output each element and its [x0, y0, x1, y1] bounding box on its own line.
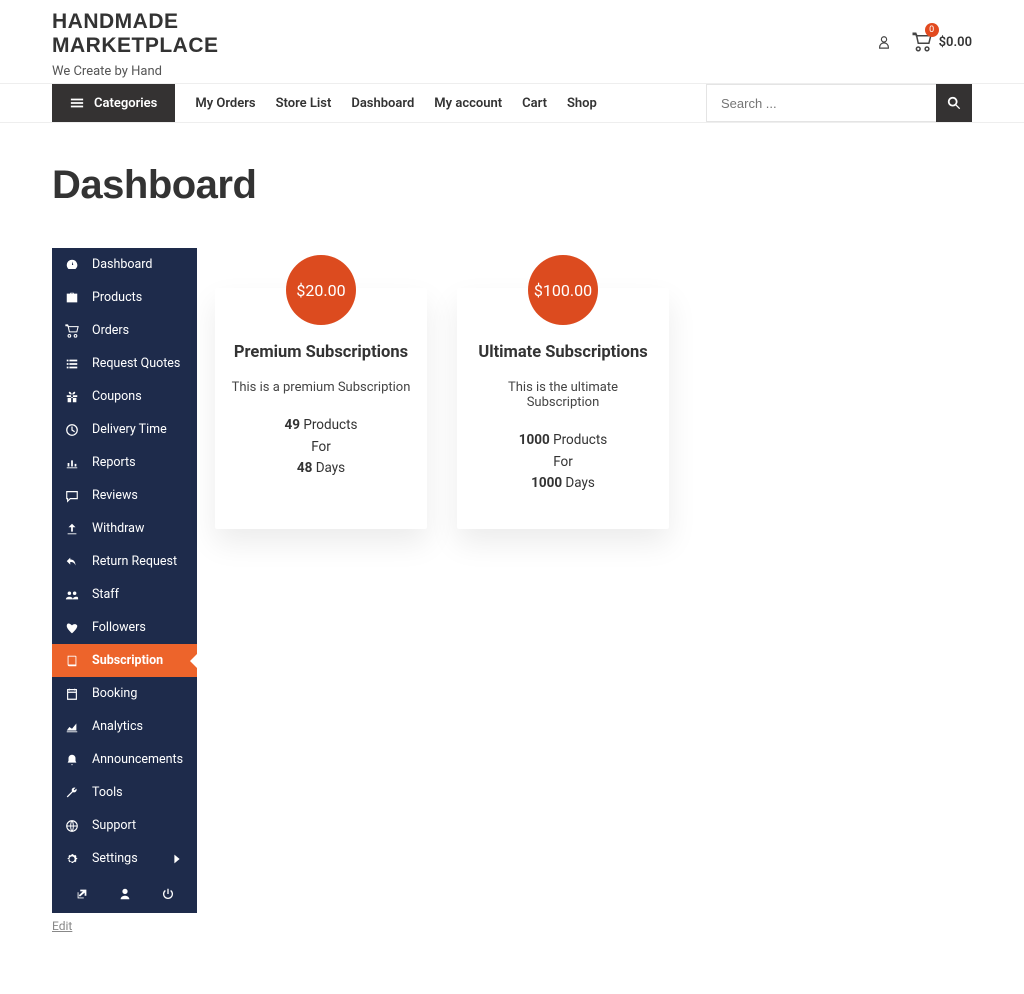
search-box [706, 84, 972, 122]
sidebar-item-delivery-time[interactable]: Delivery Time [52, 413, 197, 446]
heart-icon [64, 621, 80, 635]
card-title: Ultimate Subscriptions [471, 343, 655, 362]
subscription-card[interactable]: $20.00 Premium Subscriptions This is a p… [215, 288, 427, 529]
profile-icon[interactable] [118, 887, 132, 901]
undo-icon [64, 555, 80, 569]
list-icon [64, 357, 80, 371]
edit-link[interactable]: Edit [52, 919, 72, 933]
subscription-cards: $20.00 Premium Subscriptions This is a p… [215, 248, 669, 529]
search-button[interactable] [936, 84, 972, 122]
logout-icon[interactable] [161, 887, 175, 901]
sidebar-label: Withdraw [92, 521, 144, 536]
sidebar-item-products[interactable]: Products [52, 281, 197, 314]
sidebar-item-followers[interactable]: Followers [52, 611, 197, 644]
bell-icon [64, 753, 80, 767]
dashboard-icon [64, 258, 80, 272]
sidebar-item-tools[interactable]: Tools [52, 776, 197, 809]
chevron-right-icon [169, 852, 185, 866]
sidebar-item-reports[interactable]: Reports [52, 446, 197, 479]
sidebar-item-subscription[interactable]: Subscription [52, 644, 197, 677]
dashboard-sidebar: Dashboard Products Orders Request Quotes Cou… [52, 248, 197, 913]
brand-title[interactable]: HANDMADE MARKETPLACE [52, 10, 219, 58]
sidebar-item-analytics[interactable]: Analytics [52, 710, 197, 743]
globe-icon [64, 819, 80, 833]
sidebar-label: Analytics [92, 719, 143, 734]
sidebar-label: Booking [92, 686, 137, 701]
sidebar-label: Announcements [92, 752, 183, 767]
search-input[interactable] [706, 84, 936, 122]
sidebar-label: Subscription [92, 653, 163, 668]
card-meta: 49 Products For 48 Days [229, 415, 413, 480]
account-icon[interactable] [875, 35, 893, 49]
analytics-icon [64, 720, 80, 734]
sidebar-item-request-quotes[interactable]: Request Quotes [52, 347, 197, 380]
cart-price: $0.00 [939, 35, 972, 50]
sidebar-label: Request Quotes [92, 356, 180, 371]
sidebar-label: Tools [92, 785, 123, 800]
cart-icon [64, 324, 80, 338]
sidebar-label: Return Request [92, 554, 177, 569]
sidebar-label: Staff [92, 587, 119, 602]
search-icon [947, 96, 961, 110]
nav-link-store-list[interactable]: Store List [276, 96, 332, 111]
sidebar-item-booking[interactable]: Booking [52, 677, 197, 710]
sidebar-label: Support [92, 818, 136, 833]
visit-store-icon[interactable] [75, 887, 89, 901]
brand-subtitle: We Create by Hand [52, 64, 219, 79]
book-icon [64, 654, 80, 668]
sidebar-item-coupons[interactable]: Coupons [52, 380, 197, 413]
sidebar-label: Products [92, 290, 142, 305]
card-meta: 1000 Products For 1000 Days [471, 430, 655, 495]
sidebar-item-withdraw[interactable]: Withdraw [52, 512, 197, 545]
sidebar-item-return-request[interactable]: Return Request [52, 545, 197, 578]
categories-label: Categories [94, 96, 157, 111]
upload-icon [64, 522, 80, 536]
sidebar-label: Settings [92, 851, 138, 866]
gear-icon [64, 852, 80, 866]
nav-link-my-account[interactable]: My account [434, 96, 502, 111]
sidebar-label: Reviews [92, 488, 138, 503]
cart-button[interactable]: 0 $0.00 [911, 32, 972, 52]
card-desc: This is the ultimate Subscription [471, 380, 655, 410]
price-badge: $20.00 [286, 255, 356, 325]
subscription-card[interactable]: $100.00 Ultimate Subscriptions This is t… [457, 288, 669, 529]
sidebar-item-support[interactable]: Support [52, 809, 197, 842]
sidebar-item-reviews[interactable]: Reviews [52, 479, 197, 512]
users-icon [64, 588, 80, 602]
nav-link-my-orders[interactable]: My Orders [195, 96, 255, 111]
wrench-icon [64, 786, 80, 800]
sidebar-item-staff[interactable]: Staff [52, 578, 197, 611]
sidebar-label: Followers [92, 620, 146, 635]
nav-link-shop[interactable]: Shop [567, 96, 597, 111]
briefcase-icon [64, 291, 80, 305]
sidebar-label: Dashboard [92, 257, 152, 272]
sidebar-item-settings[interactable]: Settings [52, 842, 197, 875]
card-desc: This is a premium Subscription [229, 380, 413, 395]
clock-icon [64, 423, 80, 437]
comment-icon [64, 489, 80, 503]
nav-link-cart[interactable]: Cart [522, 96, 547, 111]
page-title: Dashboard [52, 163, 972, 208]
sidebar-item-orders[interactable]: Orders [52, 314, 197, 347]
calendar-icon [64, 687, 80, 701]
sidebar-item-announcements[interactable]: Announcements [52, 743, 197, 776]
sidebar-label: Coupons [92, 389, 142, 404]
sidebar-label: Orders [92, 323, 129, 338]
categories-button[interactable]: Categories [52, 84, 175, 122]
card-title: Premium Subscriptions [229, 343, 413, 362]
chart-icon [64, 456, 80, 470]
nav-link-dashboard[interactable]: Dashboard [351, 96, 414, 111]
gift-icon [64, 390, 80, 404]
sidebar-label: Delivery Time [92, 422, 167, 437]
cart-count-badge: 0 [925, 23, 939, 37]
price-badge: $100.00 [528, 255, 598, 325]
brand-line1: HANDMADE [52, 10, 179, 33]
hamburger-icon [70, 96, 84, 110]
sidebar-item-dashboard[interactable]: Dashboard [52, 248, 197, 281]
brand-line2: MARKETPLACE [52, 34, 219, 57]
sidebar-label: Reports [92, 455, 136, 470]
